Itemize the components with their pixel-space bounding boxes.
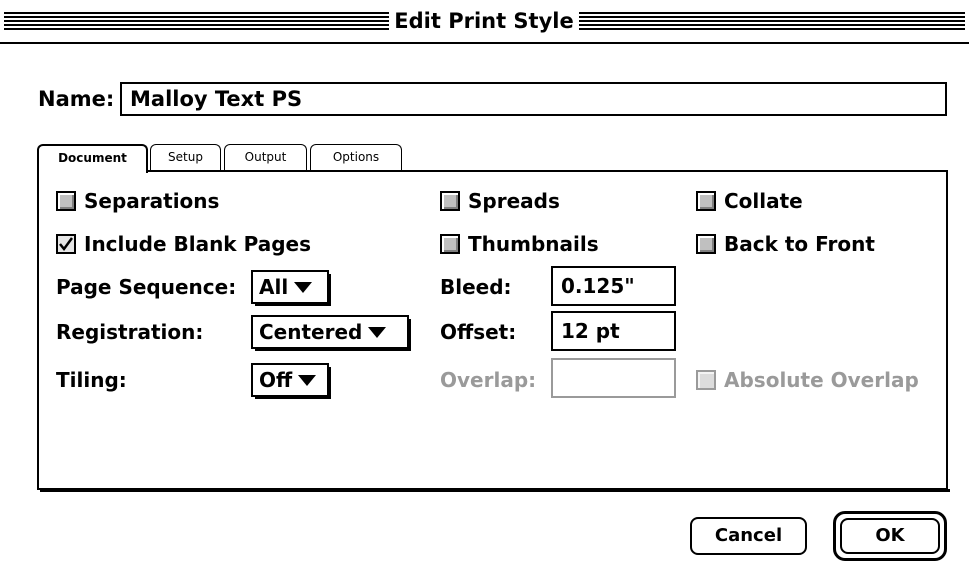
- collate-label: Collate: [724, 189, 803, 213]
- absolute-overlap-checkbox: Absolute Overlap: [696, 368, 919, 392]
- thumbnails-label: Thumbnails: [468, 232, 599, 256]
- triangle-down-icon: [368, 326, 387, 338]
- back-to-front-label: Back to Front: [724, 232, 875, 256]
- window-title: Edit Print Style: [393, 8, 575, 34]
- panel-shadow: [40, 489, 950, 492]
- ok-button[interactable]: OK: [840, 518, 940, 554]
- registration-value: Centered: [259, 320, 363, 344]
- triangle-down-icon: [298, 374, 317, 386]
- checkbox-box: [696, 191, 716, 211]
- tab-setup[interactable]: Setup: [150, 144, 221, 170]
- separations-checkbox[interactable]: Separations: [56, 189, 219, 213]
- offset-label: Offset:: [440, 320, 517, 344]
- spreads-label: Spreads: [468, 189, 560, 213]
- tab-document[interactable]: Document: [37, 144, 148, 173]
- overlap-field: [551, 358, 676, 398]
- title-bar-stripes-left: [4, 12, 389, 30]
- bleed-label: Bleed:: [440, 275, 512, 299]
- include-blank-pages-label: Include Blank Pages: [84, 232, 311, 256]
- title-bar[interactable]: Edit Print Style: [0, 0, 969, 42]
- checkbox-box: [696, 370, 716, 390]
- title-bar-stripes-right: [579, 12, 965, 30]
- name-input[interactable]: Malloy Text PS: [120, 82, 947, 116]
- tab-output[interactable]: Output: [224, 144, 307, 170]
- page-sequence-value: All: [259, 275, 289, 299]
- checkbox-box: [696, 234, 716, 254]
- cancel-button[interactable]: Cancel: [690, 517, 807, 555]
- absolute-overlap-label: Absolute Overlap: [724, 368, 919, 392]
- overlap-label: Overlap:: [440, 368, 537, 392]
- thumbnails-checkbox[interactable]: Thumbnails: [440, 232, 599, 256]
- separations-label: Separations: [84, 189, 220, 213]
- title-bar-divider: [0, 42, 969, 44]
- page-sequence-label: Page Sequence:: [56, 275, 237, 299]
- offset-field[interactable]: 12 pt: [551, 311, 676, 351]
- tiling-value: Off: [259, 368, 293, 392]
- spreads-checkbox[interactable]: Spreads: [440, 189, 560, 213]
- page-sequence-popup[interactable]: All: [251, 270, 331, 306]
- bleed-field[interactable]: 0.125": [551, 266, 676, 306]
- name-label: Name:: [38, 87, 115, 111]
- triangle-down-icon: [294, 281, 313, 293]
- registration-popup[interactable]: Centered: [251, 315, 411, 351]
- back-to-front-checkbox[interactable]: Back to Front: [696, 232, 875, 256]
- registration-label: Registration:: [56, 320, 204, 344]
- tiling-label: Tiling:: [56, 368, 127, 392]
- collate-checkbox[interactable]: Collate: [696, 189, 803, 213]
- tab-options[interactable]: Options: [310, 144, 402, 170]
- checkbox-box: [56, 191, 76, 211]
- checkbox-box: [440, 234, 460, 254]
- tiling-popup[interactable]: Off: [251, 363, 331, 399]
- include-blank-pages-checkbox[interactable]: Include Blank Pages: [56, 232, 311, 256]
- checkmark-icon: [56, 234, 76, 254]
- checkbox-box: [440, 191, 460, 211]
